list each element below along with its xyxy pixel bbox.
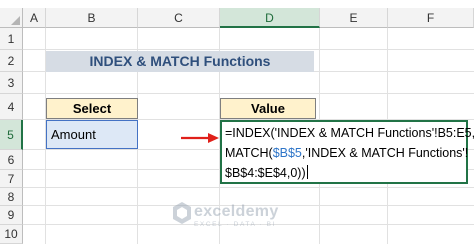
watermark-name: exceldemy (194, 203, 279, 220)
exceldemy-logo-icon (173, 202, 191, 224)
row-header-6[interactable]: 6 (0, 150, 23, 170)
row-header-9[interactable]: 9 (0, 206, 23, 225)
gridline (23, 93, 474, 94)
row-header-4[interactable]: 4 (0, 94, 23, 120)
formula-line-3: $B$4:$E$4,0)) (225, 163, 466, 183)
row-header-3[interactable]: 3 (0, 72, 23, 94)
formula-line-1: =INDEX('INDEX & MATCH Functions'!B5:E5, (225, 126, 474, 140)
row-header-8[interactable]: 8 (0, 188, 23, 206)
column-header-c[interactable]: C (138, 8, 220, 28)
row-header-5[interactable]: 5 (0, 120, 23, 150)
gridline (23, 187, 474, 188)
gridline (23, 49, 474, 50)
watermark-tagline: EXCEL · DATA · BI (194, 221, 276, 228)
select-header-cell[interactable]: Select (46, 98, 138, 119)
row-header-1[interactable]: 1 (0, 28, 23, 50)
formula-reference: $B$5 (272, 146, 302, 160)
value-header-cell[interactable]: Value (220, 98, 316, 119)
column-header-f[interactable]: F (388, 8, 474, 28)
select-input-cell[interactable]: Amount (46, 120, 138, 149)
formula-edit-cell[interactable]: =INDEX('INDEX & MATCH Functions'!B5:E5, … (220, 120, 474, 184)
formula-line-2: MATCH($B$5,'INDEX & MATCH Functions'! (225, 143, 469, 163)
column-header-d[interactable]: D (220, 8, 320, 28)
red-arrow-icon (181, 133, 219, 143)
row-header-10[interactable]: 10 (0, 225, 23, 244)
column-header-a[interactable]: A (23, 8, 46, 28)
formula-text: MATCH( (225, 146, 273, 160)
sheet-title[interactable]: INDEX & MATCH Functions (46, 51, 314, 72)
spreadsheet-grid: A B C D E F 1 2 3 4 5 6 7 8 9 10 INDEX &… (0, 0, 474, 244)
row-header-2[interactable]: 2 (0, 50, 23, 72)
formula-text: ,'INDEX & MATCH Functions'! (301, 146, 469, 160)
formula-text: $B$4:$E$4,0)) (225, 166, 306, 180)
select-all-corner[interactable] (0, 8, 23, 28)
column-header-b[interactable]: B (46, 8, 138, 28)
text-cursor (306, 165, 308, 179)
exceldemy-watermark: exceldemy EXCEL · DATA · BI (172, 201, 278, 230)
column-header-e[interactable]: E (320, 8, 388, 28)
row-header-7[interactable]: 7 (0, 170, 23, 188)
